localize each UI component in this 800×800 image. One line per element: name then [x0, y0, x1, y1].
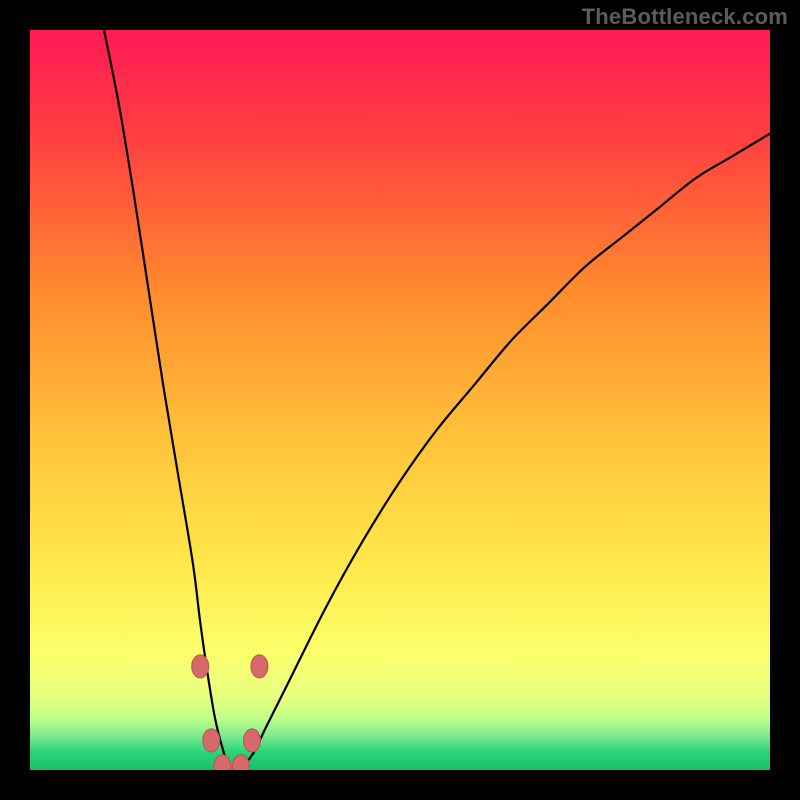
plot-area: [30, 30, 770, 770]
data-marker: [244, 729, 261, 752]
bottleneck-chart: [30, 30, 770, 770]
data-marker: [192, 655, 209, 678]
watermark-text: TheBottleneck.com: [582, 4, 788, 30]
data-marker: [203, 729, 220, 752]
chart-frame: TheBottleneck.com: [0, 0, 800, 800]
data-marker: [251, 655, 268, 678]
gradient-background: [30, 30, 770, 770]
